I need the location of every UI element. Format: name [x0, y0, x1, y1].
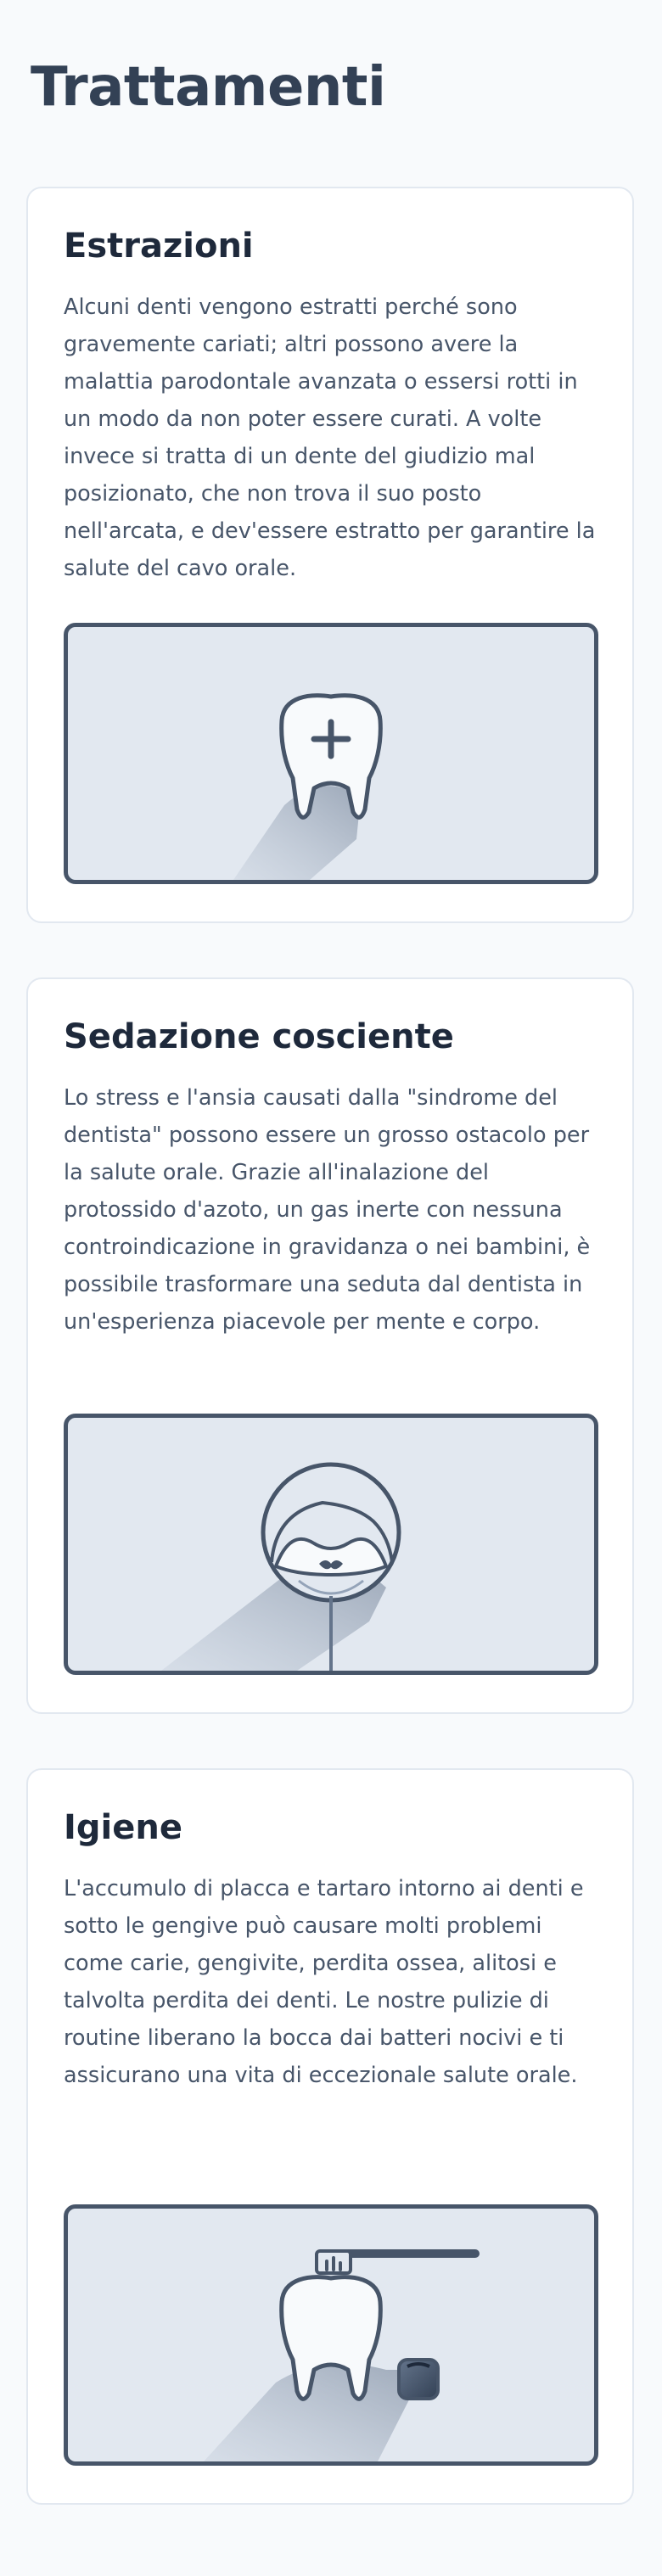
sedation-illustration [64, 1414, 598, 1675]
extraction-illustration [64, 623, 598, 884]
tooth-toothbrush-icon [204, 2249, 480, 2461]
treatment-title: Estrazioni [64, 227, 254, 266]
tooth-plus-icon [233, 693, 383, 880]
hygiene-illustration [64, 2204, 598, 2466]
treatment-description: Lo stress e l'ansia causati dalla "sindr… [64, 1085, 591, 1335]
treatment-card-extractions: Estrazioni Alcuni denti vengono estratti… [26, 187, 634, 923]
treatment-description: L'accumulo di placca e tartaro intorno a… [64, 1876, 584, 2088]
treatment-description: Alcuni denti vengono estratti perché son… [64, 294, 596, 581]
treatment-card-hygiene: Igiene L'accumulo di placca e tartaro in… [26, 1768, 634, 2505]
treatment-title: Igiene [64, 1808, 182, 1847]
treatment-card-sedation: Sedazione cosciente Lo stress e l'ansia … [26, 977, 634, 1714]
page-title: Trattamenti [31, 56, 386, 119]
relaxed-face-icon [161, 1462, 401, 1671]
treatment-title: Sedazione cosciente [64, 1017, 454, 1056]
